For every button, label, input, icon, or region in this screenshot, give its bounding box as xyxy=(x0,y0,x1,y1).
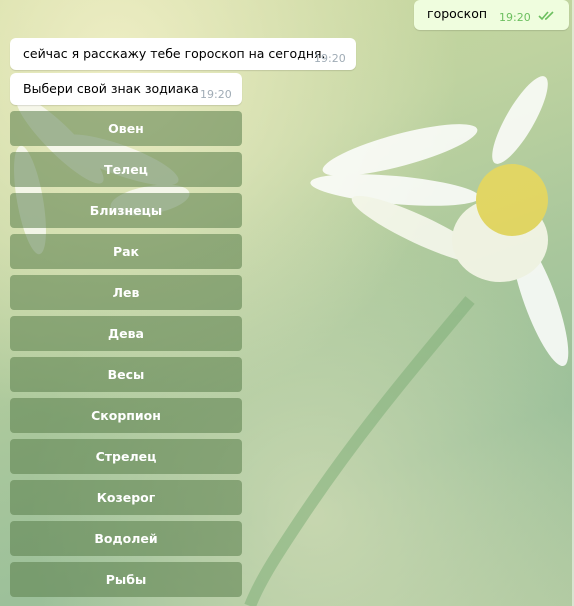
zodiac-button-pisces[interactable]: Рыбы xyxy=(10,562,242,597)
incoming-message: Выбери свой знак зодиака 19:20 xyxy=(10,73,242,105)
message-time: 19:20 xyxy=(499,11,531,24)
button-label: Скорпион xyxy=(91,408,161,423)
button-label: Телец xyxy=(104,162,148,177)
button-label: Лев xyxy=(112,285,140,300)
incoming-message: сейчас я расскажу тебе гороскоп на сегод… xyxy=(10,38,356,70)
outgoing-message: гороскоп 19:20 xyxy=(414,0,569,30)
button-label: Дева xyxy=(108,326,144,341)
message-text: гороскоп xyxy=(427,6,488,21)
button-label: Козерог xyxy=(96,490,156,505)
button-label: Весы xyxy=(107,367,145,382)
button-label: Овен xyxy=(108,121,144,136)
zodiac-button-capricorn[interactable]: Козерог xyxy=(10,480,242,515)
zodiac-button-aries[interactable]: Овен xyxy=(10,111,242,146)
zodiac-button-sagittarius[interactable]: Стрелец xyxy=(10,439,242,474)
zodiac-button-cancer[interactable]: Рак xyxy=(10,234,242,269)
message-text: Выбери свой знак зодиака xyxy=(23,81,199,96)
zodiac-button-aquarius[interactable]: Водолей xyxy=(10,521,242,556)
button-label: Рыбы xyxy=(105,572,147,587)
message-time: 19:20 xyxy=(314,52,346,65)
zodiac-button-taurus[interactable]: Телец xyxy=(10,152,242,187)
zodiac-button-virgo[interactable]: Дева xyxy=(10,316,242,351)
button-label: Стрелец xyxy=(95,449,157,464)
message-time: 19:20 xyxy=(200,88,232,101)
message-text: сейчас я расскажу тебе гороскоп на сегод… xyxy=(23,46,326,61)
zodiac-button-gemini[interactable]: Близнецы xyxy=(10,193,242,228)
button-label: Рак xyxy=(112,244,140,259)
button-label: Близнецы xyxy=(89,203,163,218)
double-check-icon xyxy=(538,11,554,21)
button-label: Водолей xyxy=(94,531,158,546)
zodiac-button-libra[interactable]: Весы xyxy=(10,357,242,392)
zodiac-button-leo[interactable]: Лев xyxy=(10,275,242,310)
zodiac-button-scorpio[interactable]: Скорпион xyxy=(10,398,242,433)
